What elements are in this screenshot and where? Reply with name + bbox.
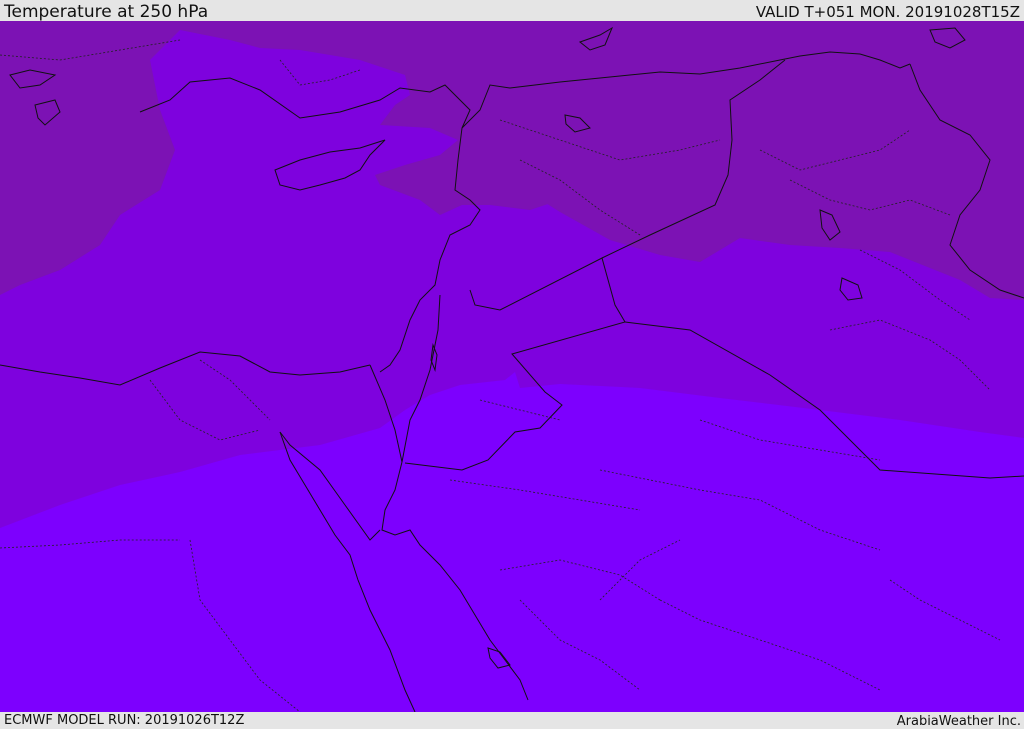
model-run-label: ECMWF MODEL RUN: 20191026T12Z xyxy=(4,713,245,728)
credit-label: ArabiaWeather Inc. xyxy=(896,714,1021,729)
map-title: Temperature at 250 hPa xyxy=(4,2,209,22)
weather-map-screen: Temperature at 250 hPa VALID T+051 MON. … xyxy=(0,0,1024,729)
valid-time: VALID T+051 MON. 20191028T15Z xyxy=(755,3,1020,21)
footer-bar: ECMWF MODEL RUN: 20191026T12Z ArabiaWeat… xyxy=(0,712,1024,729)
header-bar: Temperature at 250 hPa VALID T+051 MON. … xyxy=(0,0,1024,21)
temperature-map[interactable] xyxy=(0,21,1024,712)
